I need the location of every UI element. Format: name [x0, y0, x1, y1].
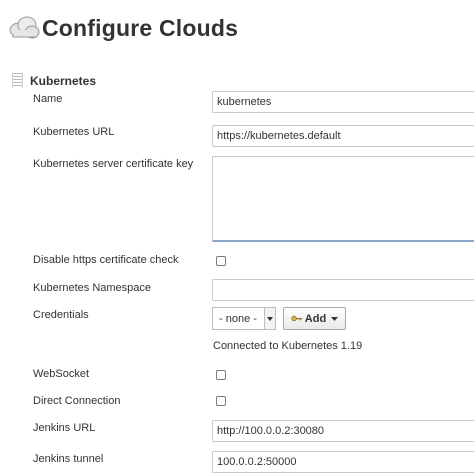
direct-connection-checkbox[interactable]	[216, 396, 226, 406]
jenkins-tunnel-input[interactable]: 100.0.0.2:50000	[212, 451, 474, 473]
section-header: Kubernetes	[12, 73, 96, 88]
websocket-checkbox[interactable]	[216, 370, 226, 380]
credentials-select[interactable]: - none -	[212, 307, 276, 330]
page-title: Configure Clouds	[42, 14, 239, 41]
websocket-label: WebSocket	[33, 368, 90, 380]
disable-https-checkbox[interactable]	[216, 256, 226, 266]
kubernetes-url-input[interactable]: https://kubernetes.default	[212, 125, 474, 147]
cloud-icon	[9, 16, 40, 39]
connection-status: Connected to Kubernetes 1.19	[213, 340, 363, 352]
add-credentials-button[interactable]: Add	[283, 307, 346, 330]
credentials-label: Credentials	[33, 309, 89, 321]
drag-handle-icon[interactable]	[12, 73, 23, 88]
key-icon	[291, 315, 302, 322]
disable-https-label: Disable https certificate check	[33, 254, 179, 266]
cert-key-textarea[interactable]	[212, 156, 474, 242]
direct-connection-label: Direct Connection	[33, 395, 121, 407]
kubernetes-url-label: Kubernetes URL	[33, 126, 115, 138]
cert-key-label: Kubernetes server certificate key	[33, 158, 194, 170]
add-button-label: Add	[304, 312, 327, 325]
jenkins-tunnel-label: Jenkins tunnel	[33, 453, 104, 465]
credentials-selected-value: - none -	[219, 312, 257, 325]
jenkins-url-label: Jenkins URL	[33, 422, 96, 434]
section-title: Kubernetes	[30, 73, 97, 88]
namespace-input[interactable]	[212, 279, 474, 301]
name-input[interactable]: kubernetes	[212, 91, 474, 113]
jenkins-url-input[interactable]: http://100.0.0.2:30080	[212, 420, 474, 442]
namespace-label: Kubernetes Namespace	[33, 282, 152, 294]
name-label: Name	[33, 93, 63, 105]
page-header: Configure Clouds	[6, 10, 238, 46]
caret-down-icon	[331, 316, 339, 321]
chevron-down-icon[interactable]	[264, 308, 275, 329]
